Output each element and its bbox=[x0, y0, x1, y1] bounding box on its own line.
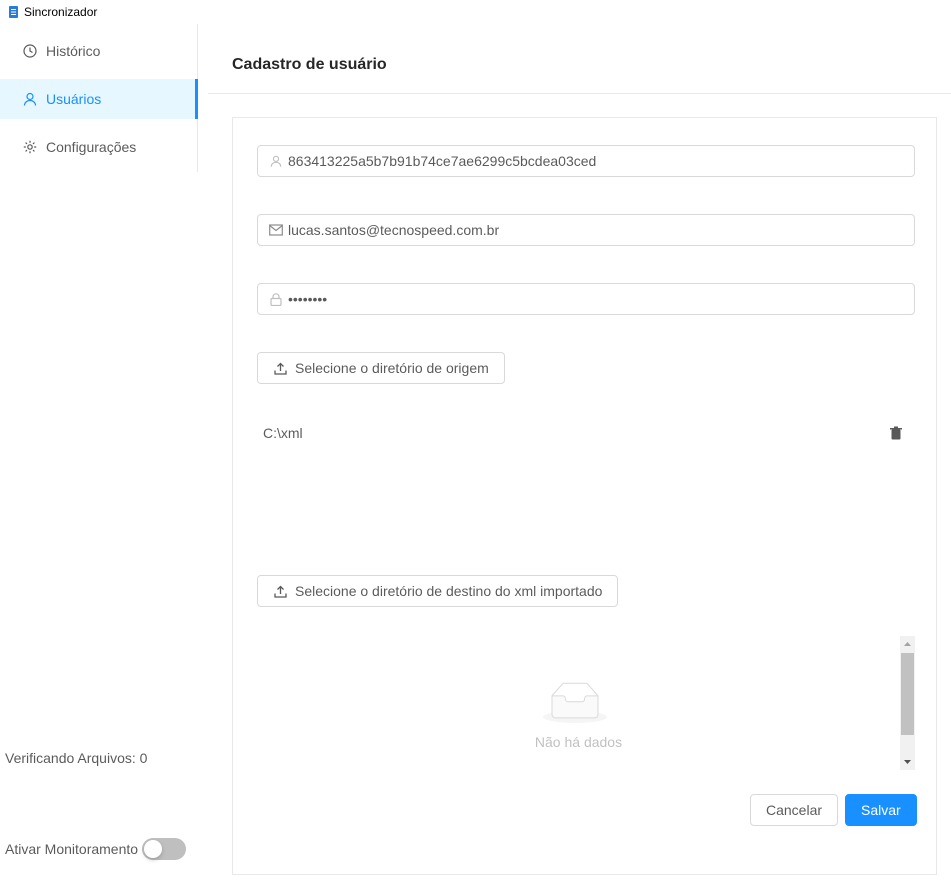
monitor-row: Ativar Monitoramento bbox=[5, 838, 187, 860]
email-input[interactable] bbox=[288, 222, 908, 238]
title-bar: Sincronizador bbox=[0, 0, 951, 24]
upload-icon bbox=[273, 361, 287, 375]
user-icon bbox=[269, 154, 283, 168]
select-source-button[interactable]: Selecione o diretório de origem bbox=[257, 352, 505, 384]
sidebar-item-label: Histórico bbox=[46, 43, 101, 59]
source-path-row: C:\xml bbox=[263, 422, 903, 444]
select-destination-button[interactable]: Selecione o diretório de destino do xml … bbox=[257, 575, 619, 607]
user-form-card: Selecione o diretório de origem C:\xml S… bbox=[232, 117, 937, 875]
select-destination-label: Selecione o diretório de destino do xml … bbox=[295, 583, 603, 599]
email-field[interactable] bbox=[257, 214, 915, 246]
token-field[interactable] bbox=[257, 145, 915, 177]
clock-icon bbox=[22, 43, 38, 59]
cancel-button[interactable]: Cancelar bbox=[750, 794, 839, 826]
monitor-toggle[interactable] bbox=[142, 838, 187, 860]
sidebar-item-configuracoes[interactable]: Configurações bbox=[0, 127, 198, 167]
page-header: Cadastro de usuário bbox=[208, 24, 951, 94]
scroll-down-arrow[interactable] bbox=[900, 754, 915, 770]
scroll-up-arrow[interactable] bbox=[900, 636, 915, 652]
status-text: Verificando Arquivos: 0 bbox=[5, 750, 148, 766]
sidebar-item-historico[interactable]: Histórico bbox=[0, 31, 198, 71]
password-input[interactable] bbox=[288, 291, 908, 307]
sidebar: Histórico Usuários Configurações bbox=[0, 24, 198, 172]
sidebar-item-label: Configurações bbox=[46, 139, 137, 155]
upload-icon bbox=[273, 584, 287, 598]
monitor-label: Ativar Monitoramento bbox=[5, 841, 139, 857]
select-source-label: Selecione o diretório de origem bbox=[295, 360, 489, 376]
source-path: C:\xml bbox=[263, 425, 303, 441]
empty-text: Não há dados bbox=[534, 734, 623, 750]
save-label: Salvar bbox=[861, 802, 901, 818]
lock-icon bbox=[269, 292, 283, 306]
sidebar-item-usuarios[interactable]: Usuários bbox=[0, 79, 198, 119]
gear-icon bbox=[22, 139, 38, 155]
sidebar-item-label: Usuários bbox=[46, 91, 102, 107]
scrollbar[interactable] bbox=[900, 636, 915, 770]
toggle-knob bbox=[144, 840, 163, 858]
window-title: Sincronizador bbox=[24, 5, 98, 19]
save-button[interactable]: Salvar bbox=[845, 794, 917, 826]
password-field[interactable] bbox=[257, 283, 915, 315]
destination-list: Não há dados bbox=[257, 636, 915, 770]
mail-icon bbox=[269, 223, 283, 237]
trash-icon[interactable] bbox=[889, 426, 903, 440]
token-input[interactable] bbox=[288, 153, 908, 169]
app-icon bbox=[9, 6, 18, 18]
page-title: Cadastro de usuário bbox=[232, 56, 387, 73]
cancel-label: Cancelar bbox=[766, 802, 823, 818]
scroll-thumb[interactable] bbox=[901, 653, 914, 735]
user-icon bbox=[22, 91, 38, 107]
empty-inbox-icon bbox=[543, 682, 607, 723]
